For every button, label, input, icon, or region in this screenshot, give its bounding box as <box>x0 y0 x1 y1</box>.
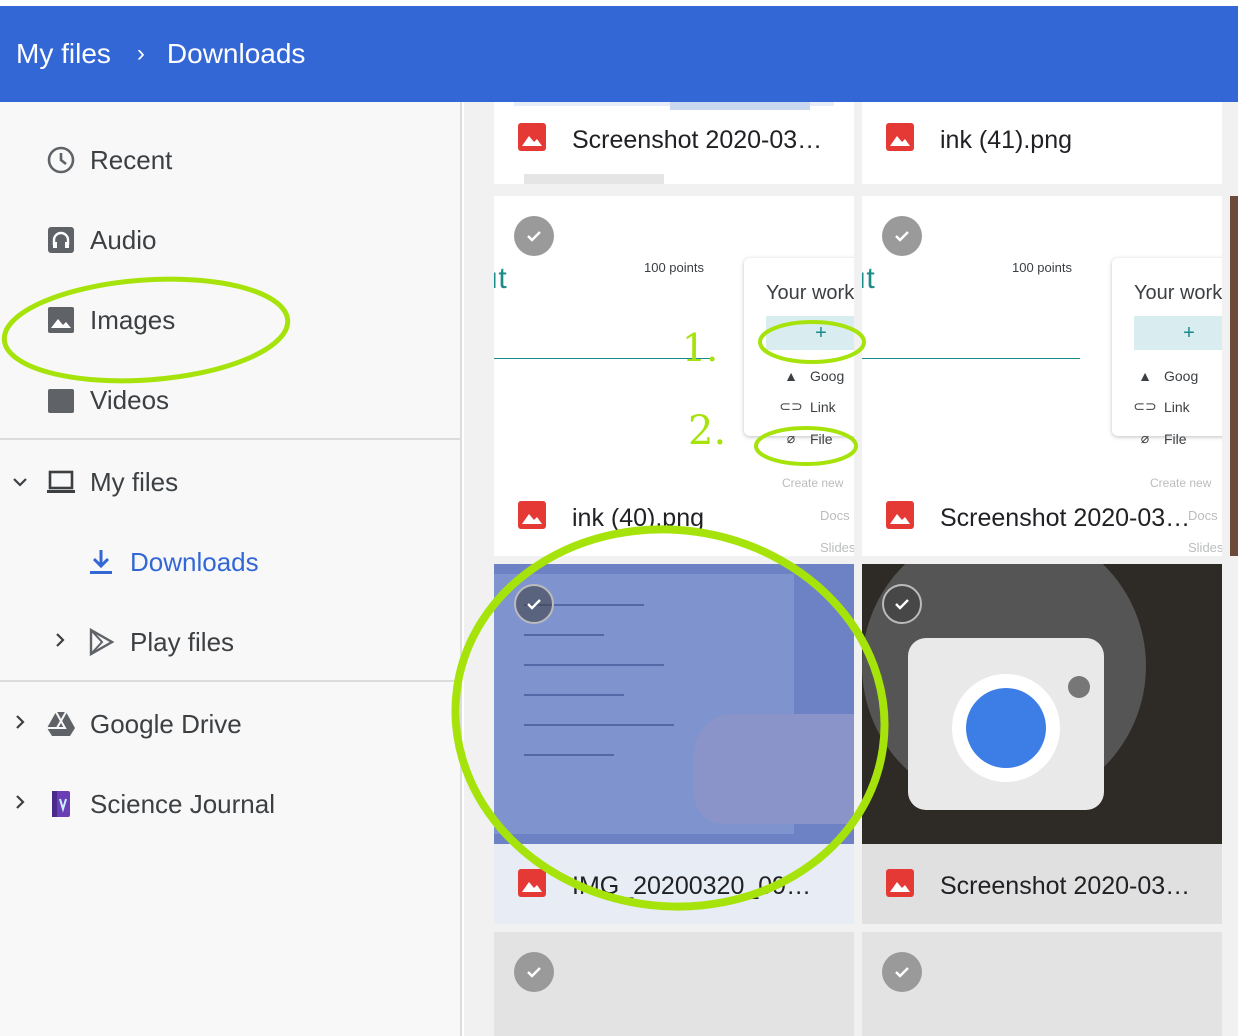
chevron-right-icon[interactable] <box>50 630 70 650</box>
preview-menu-link: ⊂⊃ Link <box>1133 398 1190 415</box>
check-icon[interactable] <box>882 952 922 992</box>
check-icon[interactable] <box>514 584 554 624</box>
image-file-icon <box>886 868 914 904</box>
breadcrumb: My files › Downloads <box>0 6 1238 102</box>
files-app-window: My files › Downloads Recent Audio Images <box>0 0 1238 1036</box>
preview-add-button: + <box>766 316 854 350</box>
laptop-icon <box>46 467 76 497</box>
preview-menu-file: ⌀ File <box>782 430 833 447</box>
sidebar-item-downloads[interactable]: Downloads <box>86 532 259 592</box>
file-grid: Screenshot 2020-03… ink (41).png ıt 100 … <box>464 102 1238 1036</box>
file-tile[interactable]: ıt 100 points Your work + ▲ Goog ⊂⊃ Link ⌀… <box>494 196 854 556</box>
file-tile[interactable] <box>494 932 854 1036</box>
breadcrumb-downloads[interactable]: Downloads <box>167 38 306 70</box>
file-tile[interactable] <box>862 932 1222 1036</box>
file-tile-footer: ink (41).png <box>862 102 1222 178</box>
chevron-down-icon[interactable] <box>10 472 30 492</box>
file-tile[interactable]: ıt 100 points Your work + ▲ Goog ⊂⊃ Link ⌀… <box>862 196 1222 556</box>
science-journal-icon <box>46 789 76 819</box>
sidebar-item-google-drive[interactable]: Google Drive <box>46 694 242 754</box>
preview-your-work: Your work <box>766 282 854 304</box>
file-tile-footer: Screenshot 2020-03… <box>494 102 854 178</box>
file-tile-footer: ink (40).png <box>494 480 854 556</box>
check-icon[interactable] <box>882 584 922 624</box>
image-file-icon <box>518 122 546 158</box>
chevron-right-icon[interactable] <box>10 712 30 732</box>
sidebar-item-recent[interactable]: Recent <box>46 130 172 190</box>
sidebar-item-play-files[interactable]: Play files <box>86 612 234 672</box>
image-file-icon <box>886 500 914 536</box>
clock-icon <box>46 145 76 175</box>
file-tile[interactable]: ink (41).png <box>862 102 1222 184</box>
preview-text-fragment: ıt <box>494 262 507 295</box>
sidebar-item-label: Images <box>90 304 176 335</box>
breadcrumb-my-files[interactable]: My files <box>16 38 111 70</box>
preview-underline <box>862 358 1080 359</box>
sidebar-item-label: Google Drive <box>90 708 242 739</box>
sidebar-item-label: Audio <box>90 224 157 255</box>
preview-menu-link: ⊂⊃ Link <box>779 398 836 415</box>
sidebar-item-images[interactable]: Images <box>46 290 175 350</box>
file-tile-footer: IMG_20200320_09… <box>494 848 854 924</box>
file-name: ink (41).png <box>940 125 1073 154</box>
google-drive-icon <box>46 709 76 739</box>
file-tile-footer: Screenshot 2020-03… <box>862 480 1222 556</box>
file-tile[interactable]: Screenshot 2020-03… <box>494 102 854 184</box>
chevron-right-icon[interactable] <box>10 792 30 812</box>
sidebar-divider <box>0 438 462 440</box>
preview-text-fragment: ıt <box>862 262 875 295</box>
download-icon <box>86 547 116 577</box>
sidebar-item-label: My files <box>90 466 179 497</box>
image-file-icon <box>518 500 546 536</box>
file-name: Screenshot 2020-03… <box>940 871 1191 900</box>
file-name: Screenshot 2020-03… <box>572 125 823 154</box>
sidebar-item-label: Play files <box>130 626 235 657</box>
preview-points: 100 points <box>644 260 704 275</box>
check-icon[interactable] <box>514 952 554 992</box>
play-store-icon <box>86 627 116 657</box>
preview-your-work-card: Your work + ▲ Goog ⊂⊃ Link ⌀ File <box>744 258 854 447</box>
check-icon[interactable] <box>514 216 554 256</box>
google-drive-icon: ▲ <box>1138 368 1152 384</box>
file-tile-partial[interactable] <box>1230 196 1238 556</box>
preview-points: 100 points <box>1012 260 1072 275</box>
headphones-icon <box>46 225 76 255</box>
breadcrumb-separator: › <box>136 40 145 67</box>
sidebar-item-label: Science Journal <box>90 788 275 819</box>
link-icon: ⊂⊃ <box>1133 398 1157 414</box>
file-tile[interactable]: IMG_20200320_09… <box>494 564 854 924</box>
image-file-icon <box>518 868 546 904</box>
sidebar-item-label: Recent <box>90 144 173 175</box>
preview-add-button: + <box>1134 316 1222 350</box>
google-drive-icon: ▲ <box>784 368 798 384</box>
check-icon[interactable] <box>882 216 922 256</box>
image-file-icon <box>886 122 914 158</box>
sidebar-item-label: Videos <box>90 384 170 415</box>
annotation-2: 2. <box>688 408 727 454</box>
video-icon <box>46 385 76 415</box>
sidebar-item-science-journal[interactable]: Science Journal <box>46 774 275 834</box>
file-name: ink (40).png <box>572 503 705 532</box>
link-icon: ⊂⊃ <box>779 398 803 414</box>
preview-menu-drive: ▲ Goog <box>782 368 844 384</box>
paperclip-icon: ⌀ <box>1140 430 1150 446</box>
sidebar-item-videos[interactable]: Videos <box>46 370 169 430</box>
sidebar-divider <box>0 680 462 682</box>
image-icon <box>46 305 76 335</box>
preview-menu-drive: ▲ Goog <box>1136 368 1198 384</box>
sidebar-item-my-files[interactable]: My files <box>46 452 178 512</box>
preview-underline <box>494 358 712 359</box>
file-tile[interactable]: Screenshot 2020-03… <box>862 564 1222 924</box>
paperclip-icon: ⌀ <box>786 430 796 446</box>
sidebar-item-label: Downloads <box>130 546 259 577</box>
file-name: IMG_20200320_09… <box>572 871 812 900</box>
file-tile-footer: Screenshot 2020-03… <box>862 848 1222 924</box>
annotation-1: 1. <box>682 326 719 370</box>
file-name: Screenshot 2020-03… <box>940 503 1191 532</box>
preview-your-work-card: Your work + ▲ Goog ⊂⊃ Link ⌀ File <box>1112 258 1222 447</box>
preview-your-work: Your work <box>1134 282 1222 304</box>
preview-menu-file: ⌀ File <box>1136 430 1187 447</box>
sidebar: Recent Audio Images Videos My files Down… <box>0 102 462 1036</box>
sidebar-item-audio[interactable]: Audio <box>46 210 157 270</box>
